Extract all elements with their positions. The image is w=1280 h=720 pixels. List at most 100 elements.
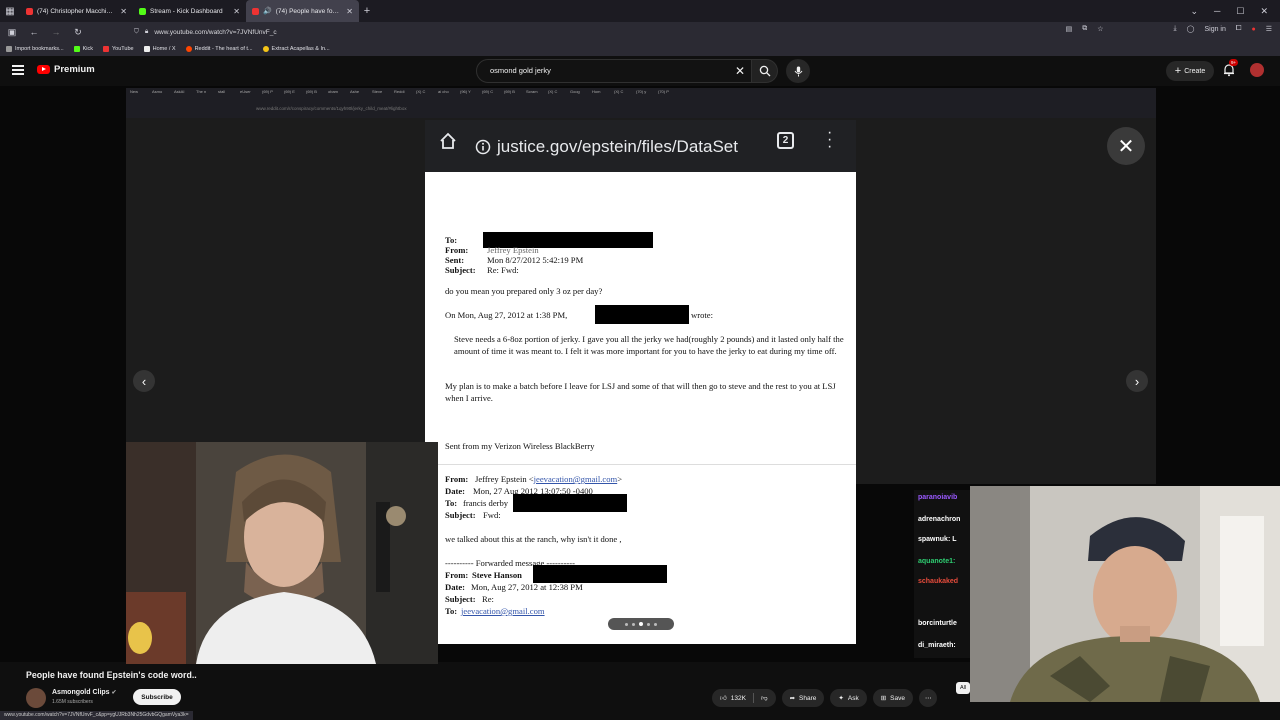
more-actions-button[interactable]: ⋯ <box>918 689 938 707</box>
subject-value: Re: Fwd: <box>487 265 519 275</box>
browser-tab-2[interactable]: Stream - Kick Dashboard ✕ <box>133 0 246 22</box>
browser-tab-1[interactable]: (74) Christopher Macchio's "A... ✕ <box>20 0 133 22</box>
plus-icon: + <box>1174 65 1182 77</box>
clear-search-icon[interactable]: ✕ <box>735 64 745 78</box>
bookmark-import[interactable]: Import bookmarks... <box>6 46 64 52</box>
hamburger-menu-icon[interactable] <box>12 65 24 75</box>
bookmark-reddit[interactable]: Reddit - The heart of t... <box>185 46 253 52</box>
share-button[interactable]: ➦ Share <box>781 689 825 707</box>
close-window-icon[interactable]: ✕ <box>1260 6 1268 17</box>
home-icon <box>440 132 456 149</box>
channel-name[interactable]: Asmongold Clips ✔ <box>52 689 117 696</box>
bookmark-kick[interactable]: Kick <box>73 46 93 52</box>
inner-tab: Goog <box>570 89 580 94</box>
screenshot-icon[interactable]: ⧉ <box>1082 25 1087 33</box>
create-button[interactable]: + Create <box>1166 61 1214 81</box>
inner-tab: Ashe <box>350 89 360 94</box>
quoted-paragraph-1: Steve needs a 6-8oz portion of jerky. I … <box>454 334 844 356</box>
inner-tab: stall <box>218 89 226 94</box>
thumbs-down-icon[interactable]: 👎︎ <box>761 694 768 702</box>
url-text[interactable]: www.youtube.com/watch?v=7JVNfUnvF_c <box>154 29 276 36</box>
close-tab-icon[interactable]: ✕ <box>120 7 127 16</box>
sparkle-icon: ✦ <box>838 695 844 702</box>
fwd-body: we talked about this at the ranch, why i… <box>445 534 622 544</box>
more-vertical-icon: · · · <box>827 124 833 155</box>
extension-badge-icon[interactable]: ● <box>1251 26 1255 33</box>
account-icon[interactable]: ◯ <box>1187 25 1195 33</box>
page-dot <box>647 622 650 626</box>
subscribe-button[interactable]: Subscribe <box>133 689 181 705</box>
youtube-header: Premium osmond gold jerky ✕ + Create 9+ <box>0 56 1280 86</box>
lock-icon[interactable]: 🔒︎ <box>145 28 148 36</box>
inner-tab: (70) y <box>636 89 647 94</box>
minimize-icon[interactable]: ─ <box>1214 6 1220 17</box>
address-bar[interactable]: ⛉ 🔒︎ www.youtube.com/watch?v=7JVNfUnvF_c <box>134 25 1088 39</box>
lightbox-close-button[interactable]: ✕ <box>1107 127 1145 165</box>
channel-avatar[interactable] <box>26 688 46 708</box>
sign-in-link[interactable]: Sign in <box>1204 26 1225 33</box>
chip-all[interactable]: All <box>956 682 970 694</box>
youtube-premium-logo[interactable]: Premium <box>37 64 95 75</box>
voice-search-button[interactable] <box>786 59 810 83</box>
search-button[interactable] <box>752 59 778 83</box>
fwd-from-close: > <box>617 474 623 484</box>
bookmark-x[interactable]: Home / X <box>143 46 176 52</box>
phone-url: justice.gov/epstein/files/DataSet <box>497 137 738 156</box>
search-input[interactable]: osmond gold jerky ✕ <box>476 59 752 83</box>
status-bar-url: www.youtube.com/watch?v=7JVNfUnvF_c&pp=y… <box>0 711 193 720</box>
divider <box>425 464 856 465</box>
logo-text: Premium <box>54 64 95 75</box>
like-count[interactable]: 132K <box>731 695 746 702</box>
save-label: Save <box>890 694 905 702</box>
tab-title: (74) People have found Ep... <box>275 7 343 15</box>
tab-overflow-icon[interactable]: ⌄ <box>1190 6 1198 17</box>
search-icon <box>759 65 770 77</box>
phone-tab-count-icon: 2 <box>777 132 794 149</box>
page-indicator <box>608 618 674 630</box>
nav-right-tools: ▤ ⧉ ☆ ⤓ ◯ Sign in ⧠ ● ☰ <box>1066 25 1272 33</box>
video-actions: 👍︎ 132K 👎︎ ➦ Share ✦ Ask ⊞ Save ⋯ <box>712 689 938 707</box>
browser-tab-3-active[interactable]: 🔊 (74) People have found Ep... ✕ <box>246 0 359 22</box>
inner-tab: (70) P <box>658 89 669 94</box>
bookmark-star-icon[interactable]: ☆ <box>1097 25 1103 33</box>
window-controls: ⌄ ─ ☐ ✕ <box>1190 6 1280 17</box>
forward-icon[interactable]: → <box>50 27 62 37</box>
menu-icon[interactable]: ☰ <box>1266 25 1272 33</box>
back-icon[interactable]: ← <box>28 27 40 37</box>
close-tab-icon[interactable]: ✕ <box>346 7 353 16</box>
account-avatar[interactable] <box>1250 63 1264 77</box>
tab-title: (74) Christopher Macchio's "A... <box>37 7 116 15</box>
channel-name-text[interactable]: Asmongold Clips <box>52 689 110 696</box>
tab-list-icon[interactable]: ▦ <box>0 0 20 22</box>
bookmark-label: Extract Acapellas & In... <box>271 46 330 52</box>
thumbs-up-icon[interactable]: 👍︎ <box>720 694 727 702</box>
chat-user: aquanote1: <box>918 558 956 565</box>
save-button[interactable]: ⊞ Save <box>872 689 913 707</box>
lightbox-next-button[interactable]: › <box>1126 370 1148 392</box>
download-icon[interactable]: ⤓ <box>1174 25 1177 33</box>
tracking-shield-icon[interactable]: ⛉ <box>134 28 139 36</box>
ask-button[interactable]: ✦ Ask <box>830 689 867 707</box>
bookmark-acapellas[interactable]: Extract Acapellas & In... <box>262 46 330 52</box>
audio-playing-icon[interactable]: 🔊 <box>263 7 272 15</box>
lightbox-prev-button[interactable]: ‹ <box>133 370 155 392</box>
phone-browser-bar: justice.gov/epstein/files/DataSet 2 · · · <box>425 120 856 172</box>
streamer-webcam-left <box>126 442 438 664</box>
close-tab-icon[interactable]: ✕ <box>233 7 240 16</box>
signature: Sent from my Verizon Wireless BlackBerry <box>445 441 595 451</box>
reload-icon[interactable]: ↻ <box>72 27 84 38</box>
new-tab-button[interactable]: + <box>359 5 375 17</box>
extensions-icon[interactable]: ⧠ <box>1236 25 1242 33</box>
maximize-icon[interactable]: ☐ <box>1236 6 1244 17</box>
inner-tab: Steve <box>372 89 383 94</box>
x-icon <box>143 46 150 52</box>
bookmark-youtube[interactable]: YouTube <box>103 46 134 52</box>
sidebar-toggle-icon[interactable]: ▣ <box>6 27 18 38</box>
search-query[interactable]: osmond gold jerky <box>490 66 551 75</box>
bookmark-label: YouTube <box>112 46 134 52</box>
inner-tab: (69) B <box>306 89 317 94</box>
inner-tab: The n <box>196 89 207 94</box>
webcam-left-image <box>126 442 438 664</box>
chat-user: spawnuk: L <box>918 536 957 543</box>
reader-view-icon[interactable]: ▤ <box>1066 25 1073 33</box>
